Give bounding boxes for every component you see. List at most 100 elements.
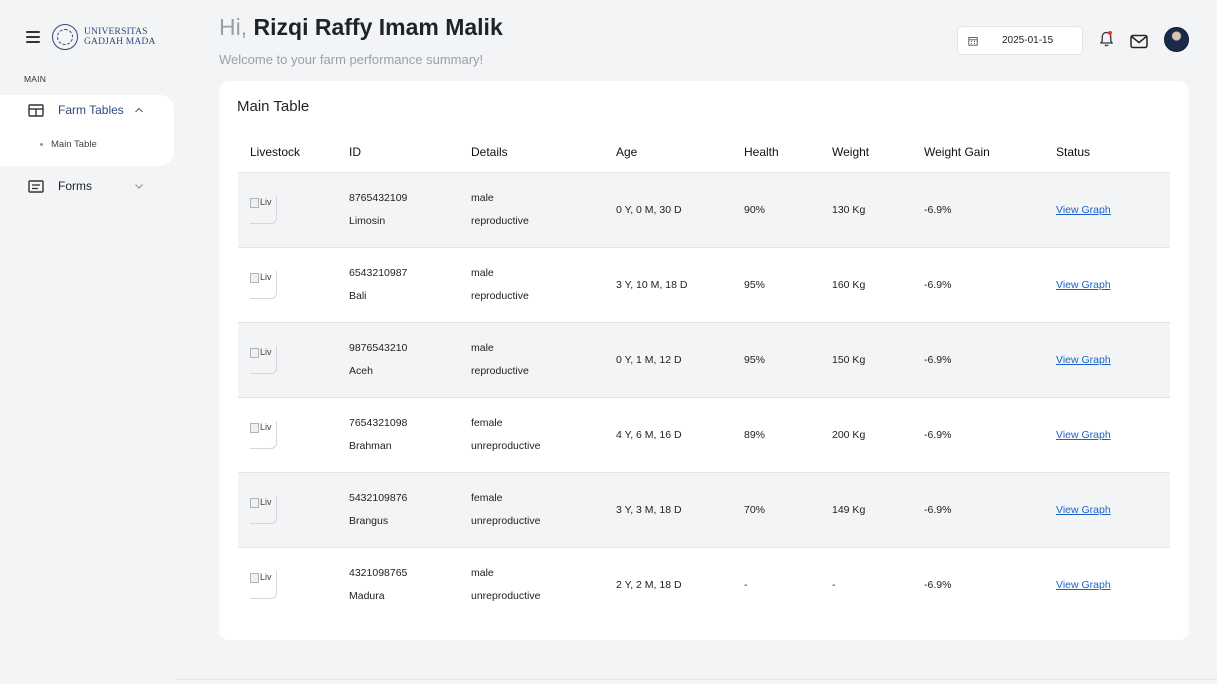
livestock-id: 7654321098 [349, 417, 408, 429]
livestock-cell: Liv [238, 547, 349, 622]
sidebar-subitem-label: Main Table [51, 139, 97, 150]
view-graph-link[interactable]: View Graph [1056, 354, 1111, 366]
broken-image-icon [250, 272, 259, 283]
weight-cell: 130 Kg [832, 203, 866, 216]
health-cell: - [744, 578, 748, 591]
livestock-reproductive-status: reproductive [471, 290, 529, 302]
livestock-image: Liv [250, 495, 277, 524]
table-row: Liv 5432109876 Brangus female unreproducti… [238, 472, 1170, 547]
user-name: Rizqi Raffy Imam Malik [253, 14, 503, 40]
livestock-reproductive-status: reproductive [471, 365, 529, 377]
status-cell: View Graph [1056, 172, 1170, 247]
footer-divider [175, 679, 1217, 680]
table-row: Liv 4321098765 Madura male unreproductive … [238, 547, 1170, 622]
sidebar-subitem-main-table[interactable]: Main Table [40, 139, 97, 150]
nav-section-label: MAIN [24, 74, 47, 84]
column-header-id: ID [349, 145, 361, 160]
column-header-weight: Weight [832, 145, 870, 160]
weight-gain-cell: -6.9% [924, 278, 952, 291]
details-cell: male unreproductive [471, 547, 616, 622]
health-cell: 95% [744, 353, 766, 366]
chevron-down-icon[interactable] [134, 182, 144, 190]
livestock-sex: male [471, 567, 494, 580]
weight-gain-cell: -6.9% [924, 353, 952, 366]
broken-image-icon [250, 197, 259, 208]
weight-gain-cell: -6.9% [924, 428, 952, 441]
livestock-sex: male [471, 342, 494, 354]
table-row: Liv 6543210987 Bali male reproductive 3 Y,… [238, 247, 1170, 322]
sidebar-item-label: Farm Tables [58, 103, 124, 117]
view-graph-link[interactable]: View Graph [1056, 579, 1111, 591]
logo-line-1: UNIVERSITAS [84, 27, 148, 37]
livestock-breed: Limosin [349, 215, 386, 227]
column-header-age: Age [616, 145, 638, 160]
card-title: Main Table [237, 98, 310, 115]
column-header-status: Status [1056, 145, 1091, 160]
livestock-sex: female [471, 417, 503, 429]
age-cell: 3 Y, 3 M, 18 D [616, 503, 682, 516]
details-cell: male reproductive [471, 247, 616, 322]
age-cell: 4 Y, 6 M, 16 D [616, 428, 682, 441]
broken-image-icon [250, 572, 259, 583]
image-alt-text: Liv [260, 496, 272, 507]
status-cell: View Graph [1056, 397, 1170, 472]
column-header-weight-gain: Weight Gain [924, 145, 990, 160]
details-cell: female unreproductive [471, 472, 616, 547]
view-graph-link[interactable]: View Graph [1056, 279, 1111, 291]
details-cell: female unreproductive [471, 397, 616, 472]
sidebar-item-forms[interactable]: Forms [28, 179, 143, 193]
column-header-health: Health [744, 145, 779, 160]
view-graph-link[interactable]: View Graph [1056, 204, 1111, 216]
status-cell: View Graph [1056, 247, 1170, 322]
details-cell: male reproductive [471, 322, 616, 397]
health-cell: 70% [744, 503, 766, 516]
bell-icon[interactable] [1099, 30, 1114, 48]
sidebar-item-farm-tables[interactable]: Farm Tables [28, 103, 143, 117]
livestock-sex: male [471, 267, 494, 279]
livestock-cell: Liv [238, 247, 349, 322]
livestock-table: Livestock ID Details Age Health Weight W… [238, 133, 1170, 622]
livestock-image: Liv [250, 270, 277, 299]
date-value: 2025-01-15 [1002, 35, 1054, 46]
main-table-card: Main Table Livestock ID Details Age Heal… [219, 81, 1189, 640]
livestock-image: Liv [250, 420, 277, 449]
image-alt-text: Liv [260, 421, 272, 432]
age-cell: 0 Y, 1 M, 12 D [616, 353, 682, 366]
livestock-image: Liv [250, 345, 277, 374]
livestock-reproductive-status: reproductive [471, 215, 529, 227]
menu-icon[interactable] [26, 31, 40, 43]
livestock-cell: Liv [238, 172, 349, 247]
id-cell: 9876543210 Aceh [349, 322, 471, 397]
status-cell: View Graph [1056, 322, 1170, 397]
mail-icon[interactable] [1130, 34, 1148, 49]
livestock-id: 8765432109 [349, 192, 408, 204]
broken-image-icon [250, 422, 259, 433]
livestock-id: 9876543210 [349, 342, 408, 354]
column-header-details: Details [471, 145, 508, 160]
broken-image-icon [250, 497, 259, 508]
date-picker[interactable]: 2025-01-15 [957, 26, 1083, 55]
livestock-sex: male [471, 192, 494, 204]
status-cell: View Graph [1056, 472, 1170, 547]
livestock-reproductive-status: unreproductive [471, 440, 541, 452]
image-alt-text: Liv [260, 271, 272, 282]
id-cell: 7654321098 Brahman [349, 397, 471, 472]
id-cell: 6543210987 Bali [349, 247, 471, 322]
view-graph-link[interactable]: View Graph [1056, 429, 1111, 441]
livestock-cell: Liv [238, 472, 349, 547]
view-graph-link[interactable]: View Graph [1056, 504, 1111, 516]
avatar[interactable] [1164, 27, 1189, 52]
broken-image-icon [250, 347, 259, 358]
sidebar: UNIVERSITAS GADJAH MADA MAIN Farm Tables… [0, 0, 175, 684]
livestock-breed: Aceh [349, 365, 373, 377]
table-row: Liv 8765432109 Limosin male reproductive 0… [238, 172, 1170, 247]
weight-cell: - [832, 578, 836, 591]
id-cell: 4321098765 Madura [349, 547, 471, 622]
chevron-up-icon[interactable] [134, 106, 144, 114]
calendar-icon [968, 36, 978, 46]
table-header-row: Livestock ID Details Age Health Weight W… [238, 133, 1170, 172]
bullet-icon [40, 143, 43, 146]
id-cell: 8765432109 Limosin [349, 172, 471, 247]
details-cell: male reproductive [471, 172, 616, 247]
image-alt-text: Liv [260, 196, 272, 207]
